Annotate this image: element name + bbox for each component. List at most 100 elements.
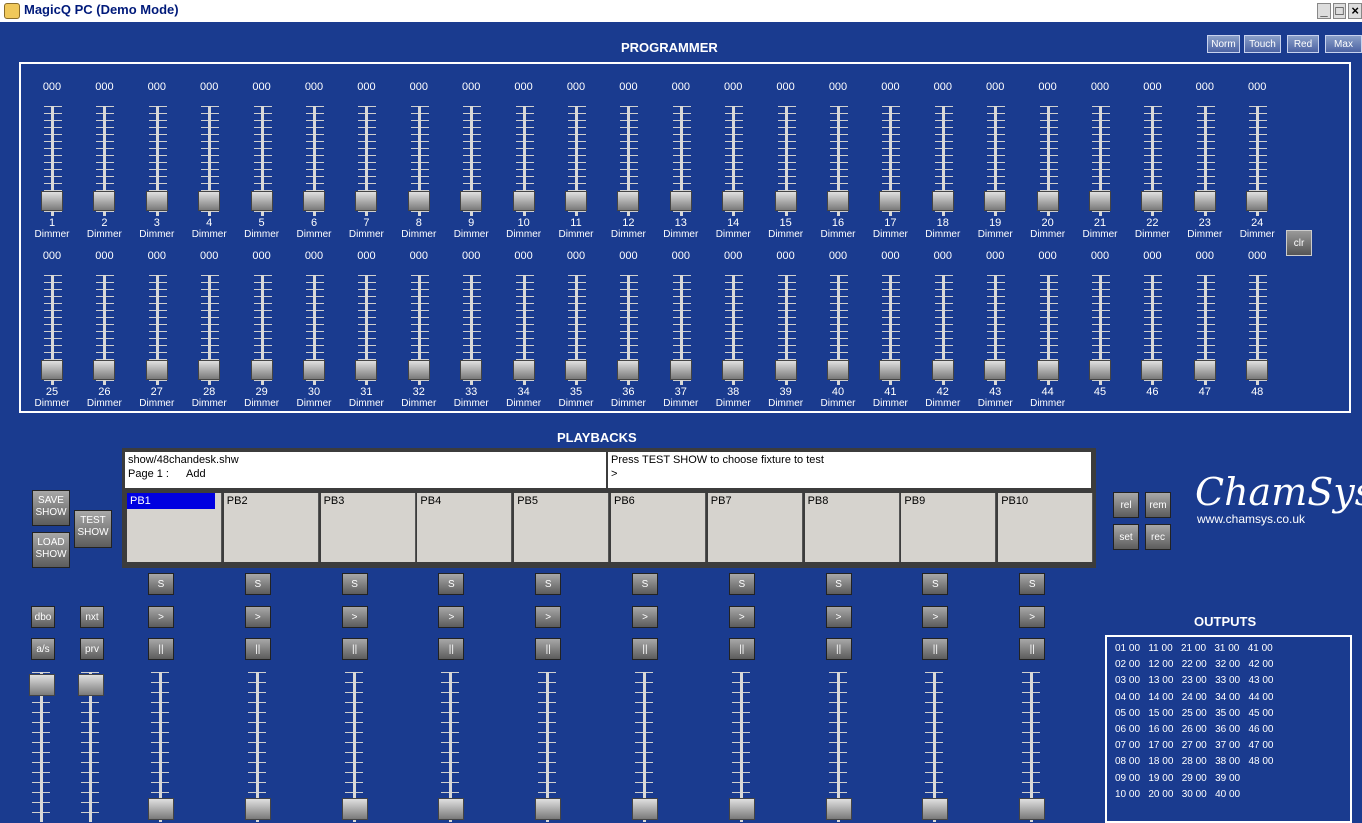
- fader-knob[interactable]: [879, 360, 902, 380]
- programmer-fader[interactable]: 000 45: [1077, 250, 1123, 410]
- next-button[interactable]: nxt: [80, 606, 104, 628]
- fader-knob[interactable]: [879, 191, 902, 211]
- programmer-fader[interactable]: 000 28 Dimmer: [186, 250, 232, 410]
- fader-knob[interactable]: [1246, 191, 1269, 211]
- programmer-fader[interactable]: 000 44 Dimmer: [1025, 250, 1071, 410]
- auto-step-button[interactable]: a/s: [31, 638, 55, 660]
- clear-button[interactable]: clr: [1286, 230, 1312, 256]
- fader-knob[interactable]: [984, 191, 1007, 211]
- programmer-fader[interactable]: 000 18 Dimmer: [920, 81, 966, 241]
- programmer-fader[interactable]: 000 32 Dimmer: [396, 250, 442, 410]
- programmer-fader[interactable]: 000 36 Dimmer: [605, 250, 651, 410]
- fader-knob[interactable]: [922, 798, 949, 820]
- mode-max-button[interactable]: Max: [1325, 35, 1362, 53]
- fader-knob[interactable]: [250, 191, 273, 211]
- fader-knob[interactable]: [1141, 191, 1164, 211]
- programmer-fader[interactable]: 000 26 Dimmer: [81, 250, 127, 410]
- programmer-fader[interactable]: 000 27 Dimmer: [134, 250, 180, 410]
- programmer-fader[interactable]: 000 42 Dimmer: [920, 250, 966, 410]
- playback-fader[interactable]: [1015, 672, 1049, 822]
- programmer-fader[interactable]: 000 2 Dimmer: [81, 81, 127, 241]
- playback-select-button[interactable]: S: [535, 573, 562, 595]
- fader-knob[interactable]: [669, 360, 692, 380]
- programmer-fader[interactable]: 000 25 Dimmer: [29, 250, 75, 410]
- fader-knob[interactable]: [93, 191, 116, 211]
- fader-knob[interactable]: [1036, 360, 1059, 380]
- fader-knob[interactable]: [341, 798, 368, 820]
- programmer-fader[interactable]: 000 15 Dimmer: [763, 81, 809, 241]
- load-show-button[interactable]: LOAD SHOW: [32, 532, 70, 568]
- fader-knob[interactable]: [1036, 191, 1059, 211]
- programmer-fader[interactable]: 000 12 Dimmer: [605, 81, 651, 241]
- programmer-fader[interactable]: 000 7 Dimmer: [343, 81, 389, 241]
- fader-knob[interactable]: [250, 360, 273, 380]
- playback-select-button[interactable]: S: [1019, 573, 1046, 595]
- playback-select-button[interactable]: S: [341, 573, 368, 595]
- playback-go-button[interactable]: >: [632, 606, 658, 628]
- fader-knob[interactable]: [728, 798, 755, 820]
- previous-button[interactable]: prv: [80, 638, 104, 660]
- playback-fader[interactable]: [725, 672, 759, 822]
- close-button[interactable]: ×: [1348, 3, 1362, 19]
- programmer-fader[interactable]: 000 47: [1182, 250, 1228, 410]
- fader-knob[interactable]: [460, 191, 483, 211]
- playback-select-button[interactable]: S: [825, 573, 852, 595]
- playback-go-button[interactable]: >: [825, 606, 852, 628]
- fader-knob[interactable]: [145, 191, 168, 211]
- fader-knob[interactable]: [1089, 191, 1111, 211]
- fader-knob[interactable]: [41, 360, 63, 380]
- programmer-fader[interactable]: 000 31 Dimmer: [343, 250, 389, 410]
- playback-cell[interactable]: PB8: [804, 493, 900, 562]
- playback-cell[interactable]: PB10: [998, 493, 1094, 562]
- fader-knob[interactable]: [303, 191, 325, 211]
- playback-go-button[interactable]: >: [438, 606, 465, 628]
- fader-knob[interactable]: [145, 360, 168, 380]
- grand-master-fader[interactable]: [25, 672, 59, 822]
- sub-master-fader[interactable]: [74, 672, 108, 822]
- playback-pause-button[interactable]: ||: [632, 638, 658, 660]
- programmer-fader[interactable]: 000 34 Dimmer: [501, 250, 547, 410]
- programmer-fader[interactable]: 000 5 Dimmer: [239, 81, 285, 241]
- mode-red-button[interactable]: Red: [1287, 35, 1319, 53]
- playback-pause-button[interactable]: ||: [728, 638, 755, 660]
- fader-knob[interactable]: [244, 798, 271, 820]
- fader-knob[interactable]: [1141, 360, 1164, 380]
- programmer-fader[interactable]: 000 46: [1129, 250, 1175, 410]
- programmer-fader[interactable]: 000 6 Dimmer: [291, 81, 337, 241]
- release-button[interactable]: rel: [1113, 492, 1139, 518]
- save-show-button[interactable]: SAVE SHOW: [32, 490, 70, 526]
- fader-knob[interactable]: [617, 191, 640, 211]
- programmer-fader[interactable]: 000 4 Dimmer: [186, 81, 232, 241]
- fader-knob[interactable]: [931, 191, 954, 211]
- programmer-fader[interactable]: 000 40 Dimmer: [815, 250, 861, 410]
- fader-knob[interactable]: [438, 798, 465, 820]
- fader-knob[interactable]: [827, 191, 849, 211]
- fader-knob[interactable]: [148, 798, 174, 820]
- playback-go-button[interactable]: >: [148, 606, 174, 628]
- fader-knob[interactable]: [355, 360, 378, 380]
- set-button[interactable]: set: [1113, 524, 1139, 550]
- fader-knob[interactable]: [355, 191, 378, 211]
- fader-knob[interactable]: [1089, 360, 1111, 380]
- programmer-fader[interactable]: 000 17 Dimmer: [867, 81, 913, 241]
- programmer-fader[interactable]: 000 1 Dimmer: [29, 81, 75, 241]
- playback-cell[interactable]: PB3: [320, 493, 416, 562]
- fader-knob[interactable]: [565, 191, 587, 211]
- playback-cell[interactable]: PB5: [514, 493, 610, 562]
- fader-knob[interactable]: [774, 191, 797, 211]
- playback-fader[interactable]: [241, 672, 275, 822]
- fader-knob[interactable]: [535, 798, 562, 820]
- programmer-fader[interactable]: 000 9 Dimmer: [448, 81, 494, 241]
- playback-pause-button[interactable]: ||: [438, 638, 465, 660]
- programmer-fader[interactable]: 000 30 Dimmer: [291, 250, 337, 410]
- playback-go-button[interactable]: >: [341, 606, 368, 628]
- fader-knob[interactable]: [984, 360, 1007, 380]
- fader-knob[interactable]: [825, 798, 852, 820]
- fader-knob[interactable]: [198, 191, 221, 211]
- playback-go-button[interactable]: >: [535, 606, 562, 628]
- programmer-fader[interactable]: 000 10 Dimmer: [501, 81, 547, 241]
- playback-cell[interactable]: PB4: [417, 493, 513, 562]
- playback-pause-button[interactable]: ||: [148, 638, 174, 660]
- programmer-fader[interactable]: 000 43 Dimmer: [972, 250, 1018, 410]
- playback-cell[interactable]: PB9: [901, 493, 997, 562]
